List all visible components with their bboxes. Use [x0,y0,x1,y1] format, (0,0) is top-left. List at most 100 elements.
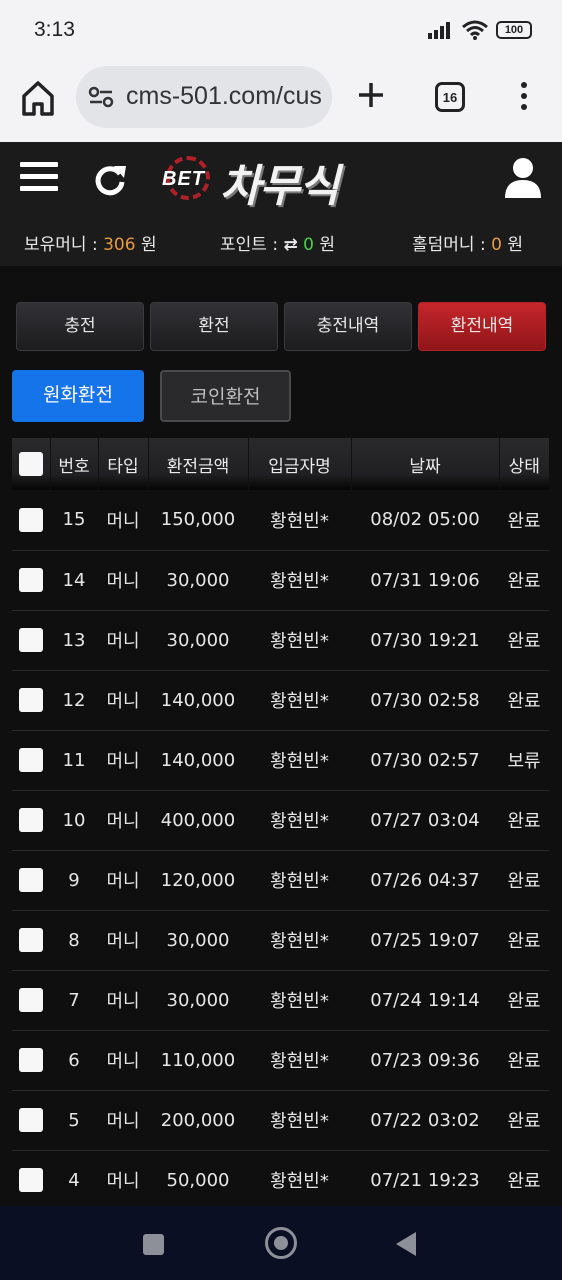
tab-deposit-history[interactable]: 충전내역 [284,302,412,351]
header-status: 상태 [508,456,540,477]
row-checkbox[interactable] [19,507,43,532]
header-type: 타입 [98,438,149,490]
row-amount: 30,000 [166,989,230,1011]
tab-deposit[interactable]: 충전 [16,302,144,351]
row-depositor: 황현빈* [270,751,329,772]
row-amount: 140,000 [160,689,236,711]
row-type: 머니 [106,631,140,652]
row-checkbox-cell [12,730,50,790]
logo-text: 차무식 [220,161,339,212]
row-date: 07/30 02:57 [370,749,480,771]
row-checkbox[interactable] [19,1048,43,1072]
row-checkbox-cell [12,1150,50,1210]
point-unit: 원 [313,235,335,255]
row-checkbox-cell [12,490,50,550]
row-type: 머니 [106,751,140,772]
row-amount: 30,000 [166,629,230,651]
row-amount: 30,000 [166,929,230,951]
select-all-header [12,438,51,490]
row-status: 완료 [507,811,541,832]
exchange-icon[interactable]: ⇄ [283,235,297,255]
user-icon[interactable] [504,156,542,198]
row-depositor: 황현빈* [270,1171,329,1192]
row-checkbox[interactable] [19,868,43,892]
row-checkbox[interactable] [19,748,43,772]
row-checkbox[interactable] [19,988,43,1012]
hamburger-menu-icon[interactable] [20,162,58,196]
row-amount: 30,000 [166,569,230,591]
wifi-icon [462,20,488,40]
row-depositor: 황현빈* [270,991,329,1012]
row-checkbox-cell [12,790,50,850]
refresh-icon[interactable] [92,162,128,198]
row-status: 보류 [507,751,541,772]
row-number: 10 [62,809,86,831]
browser-menu-icon[interactable] [518,82,530,114]
row-depositor: 황현빈* [270,871,329,892]
header-number: 번호 [50,438,99,490]
row-number: 13 [62,629,86,651]
row-type: 머니 [106,991,140,1012]
header-amount: 환전금액 [148,438,249,490]
money-balance: 보유머니 : 306 원 [24,230,157,255]
holding-value: 0 [491,235,502,255]
holding-balance: 홀덤머니 : 0 원 [412,230,523,255]
site-logo[interactable]: BET 차무식 [162,150,398,212]
row-status: 완료 [507,1051,541,1072]
row-checkbox[interactable] [19,688,43,712]
row-checkbox-cell [12,550,50,610]
row-status: 완료 [507,510,541,532]
table-row: 6 머니 110,000 황현빈* 07/23 09:36 완료 [12,1030,549,1090]
row-type: 머니 [106,691,140,712]
row-amount: 50,000 [166,1169,230,1191]
row-type: 머니 [106,811,140,832]
recent-apps-icon[interactable] [143,1234,164,1255]
row-type: 머니 [106,1111,140,1132]
site-settings-icon[interactable] [88,86,114,108]
address-bar[interactable]: cms-501.com/cus [76,66,332,128]
table-row: 15 머니 150,000 황현빈* 08/02 05:00 완료 [12,490,549,550]
select-all-checkbox[interactable] [18,452,43,476]
won-withdraw-button[interactable]: 원화환전 [12,370,144,422]
row-checkbox-cell [12,610,50,670]
home-circle-icon[interactable] [265,1227,297,1259]
coin-withdraw-button[interactable]: 코인환전 [160,370,291,422]
row-amount: 140,000 [160,749,236,771]
table-row: 12 머니 140,000 황현빈* 07/30 02:58 완료 [12,670,549,730]
tab-withdraw[interactable]: 환전 [150,302,278,351]
row-amount: 400,000 [160,809,236,831]
back-icon[interactable] [396,1232,416,1256]
table-row: 4 머니 50,000 황현빈* 07/21 19:23 완료 [12,1150,549,1210]
row-checkbox[interactable] [19,808,43,832]
header-date: 날짜 [351,438,500,490]
row-date: 07/30 02:58 [370,689,480,711]
tab-switcher-button[interactable]: 16 [435,82,465,112]
row-checkbox[interactable] [19,568,43,592]
url-text[interactable]: cms-501.com/cus [126,82,322,111]
row-checkbox[interactable] [19,1168,43,1192]
tab-withdraw-history[interactable]: 환전내역 [418,302,546,351]
row-date: 07/22 03:02 [370,1109,480,1131]
row-type: 머니 [106,571,140,592]
holding-label: 홀덤머니 : [412,235,492,255]
row-depositor: 황현빈* [270,571,329,592]
row-number: 5 [68,1109,80,1131]
main-content: 충전 환전 충전내역 환전내역 원화환전 코인환전 번호 타입 환전금액 입금자… [0,266,562,1210]
row-checkbox[interactable] [19,628,43,652]
row-checkbox[interactable] [19,928,43,952]
new-tab-icon[interactable] [356,80,386,110]
holding-unit: 원 [501,235,523,255]
home-icon[interactable] [20,78,56,118]
row-type: 머니 [106,510,140,532]
row-number: 9 [68,869,80,891]
row-date: 07/26 04:37 [370,869,480,891]
row-type: 머니 [106,1171,140,1192]
row-date: 07/27 03:04 [370,809,480,831]
row-type: 머니 [106,871,140,892]
row-checkbox[interactable] [19,1108,43,1132]
row-type: 머니 [106,1051,140,1072]
money-unit: 원 [135,235,157,255]
row-number: 11 [62,749,86,771]
row-amount: 150,000 [160,509,236,531]
table-row: 7 머니 30,000 황현빈* 07/24 19:14 완료 [12,970,549,1030]
